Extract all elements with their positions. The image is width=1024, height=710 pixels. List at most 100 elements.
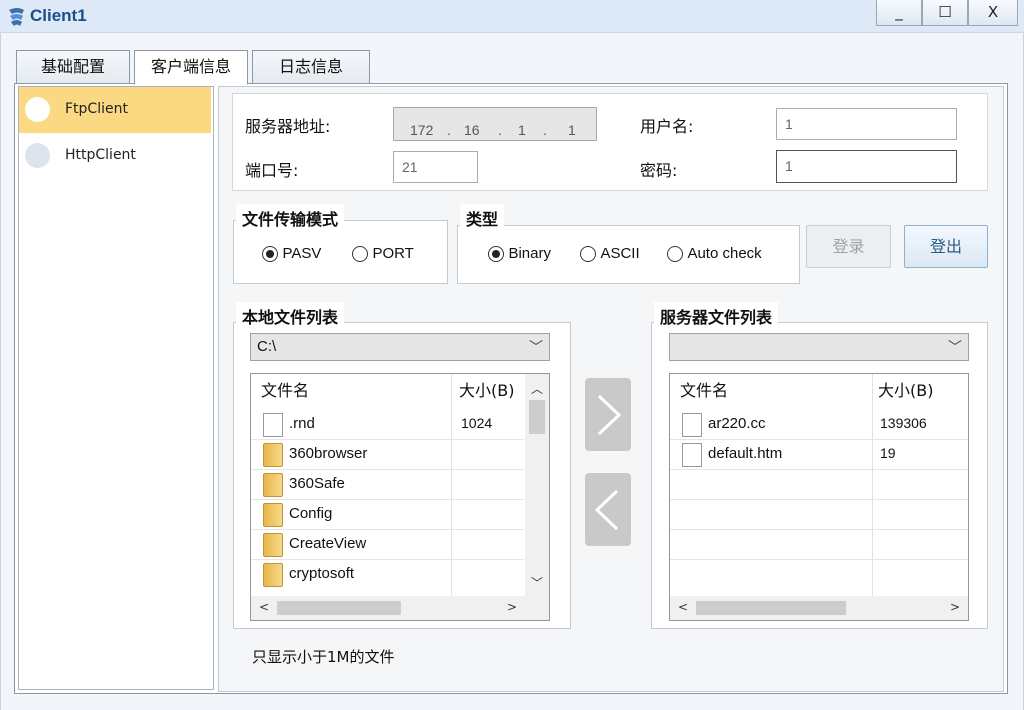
local-file-row[interactable]: CreateView bbox=[251, 530, 524, 560]
file-name: Config bbox=[289, 505, 333, 522]
scroll-right-icon[interactable]: > bbox=[507, 600, 517, 614]
folder-icon bbox=[263, 563, 283, 587]
file-icon bbox=[263, 413, 283, 437]
sidebar-item-httpclient[interactable]: HttpClient bbox=[19, 133, 211, 179]
radio-unchecked-icon bbox=[580, 246, 596, 262]
file-name: 360browser bbox=[289, 445, 368, 462]
port-label: 端口号: bbox=[245, 161, 299, 180]
file-icon bbox=[682, 413, 702, 437]
username-field[interactable]: 1 bbox=[776, 108, 957, 140]
server-ip-field[interactable]: 172 . 16 . 1 . 1 bbox=[393, 107, 597, 141]
file-size: 1024 bbox=[461, 415, 493, 431]
tab-client-info[interactable]: 客户端信息 bbox=[134, 50, 248, 85]
remote-file-list: ar220.cc 139306 default.htm 19 文件名 大小(B)… bbox=[669, 373, 969, 621]
circle-icon bbox=[25, 97, 50, 122]
local-col-size[interactable]: 大小(B) bbox=[459, 374, 514, 408]
scroll-down-icon[interactable]: ﹀ bbox=[531, 574, 543, 591]
local-file-title: 本地文件列表 bbox=[236, 302, 345, 330]
password-field[interactable]: 1 bbox=[776, 150, 957, 183]
ip-octet-2[interactable]: 16 bbox=[464, 115, 480, 145]
empty-row bbox=[670, 530, 968, 560]
ip-dot: . bbox=[498, 122, 502, 138]
local-horizontal-scrollbar[interactable]: < > bbox=[251, 596, 549, 620]
maximize-button[interactable]: ☐ bbox=[922, 0, 968, 26]
ascii-radio[interactable]: ASCII bbox=[580, 245, 640, 262]
file-name: ar220.cc bbox=[708, 415, 766, 432]
chevron-left-icon bbox=[594, 489, 619, 531]
local-vertical-scrollbar[interactable]: ︿ ﹀ bbox=[525, 374, 549, 596]
remote-col-size[interactable]: 大小(B) bbox=[878, 374, 933, 408]
autocheck-radio[interactable]: Auto check bbox=[667, 245, 762, 262]
port-radio[interactable]: PORT bbox=[352, 245, 414, 262]
chevron-right-icon bbox=[597, 394, 622, 436]
ascii-label: ASCII bbox=[600, 245, 640, 262]
pasv-label: PASV bbox=[282, 245, 322, 262]
username-label: 用户名: bbox=[640, 117, 694, 136]
download-button[interactable] bbox=[585, 473, 631, 546]
scroll-up-icon[interactable]: ︿ bbox=[531, 380, 543, 397]
tab-log-info[interactable]: 日志信息 bbox=[252, 50, 370, 84]
local-path-dropdown[interactable]: C:\ ﹀ bbox=[250, 333, 550, 361]
folder-icon bbox=[263, 533, 283, 557]
transfer-mode-title: 文件传输模式 bbox=[236, 204, 345, 232]
pasv-radio[interactable]: PASV bbox=[262, 245, 321, 262]
binary-label: Binary bbox=[508, 245, 551, 262]
upload-button[interactable] bbox=[585, 378, 631, 451]
scroll-right-icon[interactable]: > bbox=[950, 600, 960, 614]
sidebar-item-label: HttpClient bbox=[65, 147, 136, 163]
local-path-value: C:\ bbox=[257, 338, 277, 355]
folder-icon bbox=[263, 473, 283, 497]
file-name: default.htm bbox=[708, 445, 783, 462]
type-title: 类型 bbox=[460, 204, 505, 232]
login-button[interactable]: 登录 bbox=[806, 225, 891, 268]
file-size: 19 bbox=[880, 445, 896, 461]
close-button[interactable]: X bbox=[968, 0, 1018, 26]
size-limit-note: 只显示小于1M的文件 bbox=[252, 648, 395, 666]
scroll-left-icon[interactable]: < bbox=[678, 600, 688, 614]
remote-horizontal-scrollbar[interactable]: < > bbox=[670, 596, 968, 620]
window-title: Client1 bbox=[30, 6, 87, 25]
remote-file-row[interactable]: default.htm 19 bbox=[670, 440, 968, 470]
radio-checked-icon bbox=[488, 246, 504, 262]
ip-dot: . bbox=[543, 122, 547, 138]
radio-checked-icon bbox=[262, 246, 278, 262]
sidebar-item-label: FtpClient bbox=[65, 101, 128, 117]
binary-radio[interactable]: Binary bbox=[488, 245, 551, 262]
local-file-list: 文件名 大小(B) .rnd 1024 360browser 360Safe C… bbox=[250, 373, 550, 621]
folder-icon bbox=[263, 443, 283, 467]
local-col-name[interactable]: 文件名 bbox=[261, 374, 309, 408]
chevron-down-icon: ﹀ bbox=[948, 339, 962, 355]
ip-octet-1[interactable]: 172 bbox=[410, 115, 433, 145]
local-file-row[interactable]: 360Safe bbox=[251, 470, 524, 500]
remote-col-name[interactable]: 文件名 bbox=[680, 374, 728, 408]
radio-unchecked-icon bbox=[352, 246, 368, 262]
empty-row bbox=[670, 500, 968, 530]
radio-unchecked-icon bbox=[667, 246, 683, 262]
ip-octet-4[interactable]: 1 bbox=[568, 115, 576, 145]
file-size: 139306 bbox=[880, 415, 927, 431]
autocheck-label: Auto check bbox=[687, 245, 762, 262]
minimize-button[interactable]: _ bbox=[876, 0, 922, 26]
circle-icon bbox=[25, 143, 50, 168]
remote-file-title: 服务器文件列表 bbox=[654, 302, 779, 330]
logout-button[interactable]: 登出 bbox=[904, 225, 988, 268]
scroll-left-icon[interactable]: < bbox=[259, 600, 269, 614]
tab-basic-config[interactable]: 基础配置 bbox=[16, 50, 130, 84]
port-mode-label: PORT bbox=[372, 245, 414, 262]
port-field[interactable]: 21 bbox=[393, 151, 478, 183]
ip-dot: . bbox=[447, 122, 451, 138]
remote-path-dropdown[interactable]: ﹀ bbox=[669, 333, 969, 361]
remote-file-row[interactable]: ar220.cc 139306 bbox=[670, 410, 968, 440]
local-file-row[interactable]: Config bbox=[251, 500, 524, 530]
file-icon bbox=[682, 443, 702, 467]
password-label: 密码: bbox=[640, 161, 678, 180]
file-name: 360Safe bbox=[289, 475, 345, 492]
app-icon bbox=[6, 6, 28, 28]
file-name: cryptosoft bbox=[289, 565, 355, 582]
local-file-row[interactable]: cryptosoft bbox=[251, 560, 524, 590]
local-file-row[interactable]: .rnd 1024 bbox=[251, 410, 524, 440]
ip-octet-3[interactable]: 1 bbox=[518, 115, 526, 145]
folder-icon bbox=[263, 503, 283, 527]
local-file-row[interactable]: 360browser bbox=[251, 440, 524, 470]
sidebar-item-ftpclient[interactable]: FtpClient bbox=[19, 87, 211, 133]
